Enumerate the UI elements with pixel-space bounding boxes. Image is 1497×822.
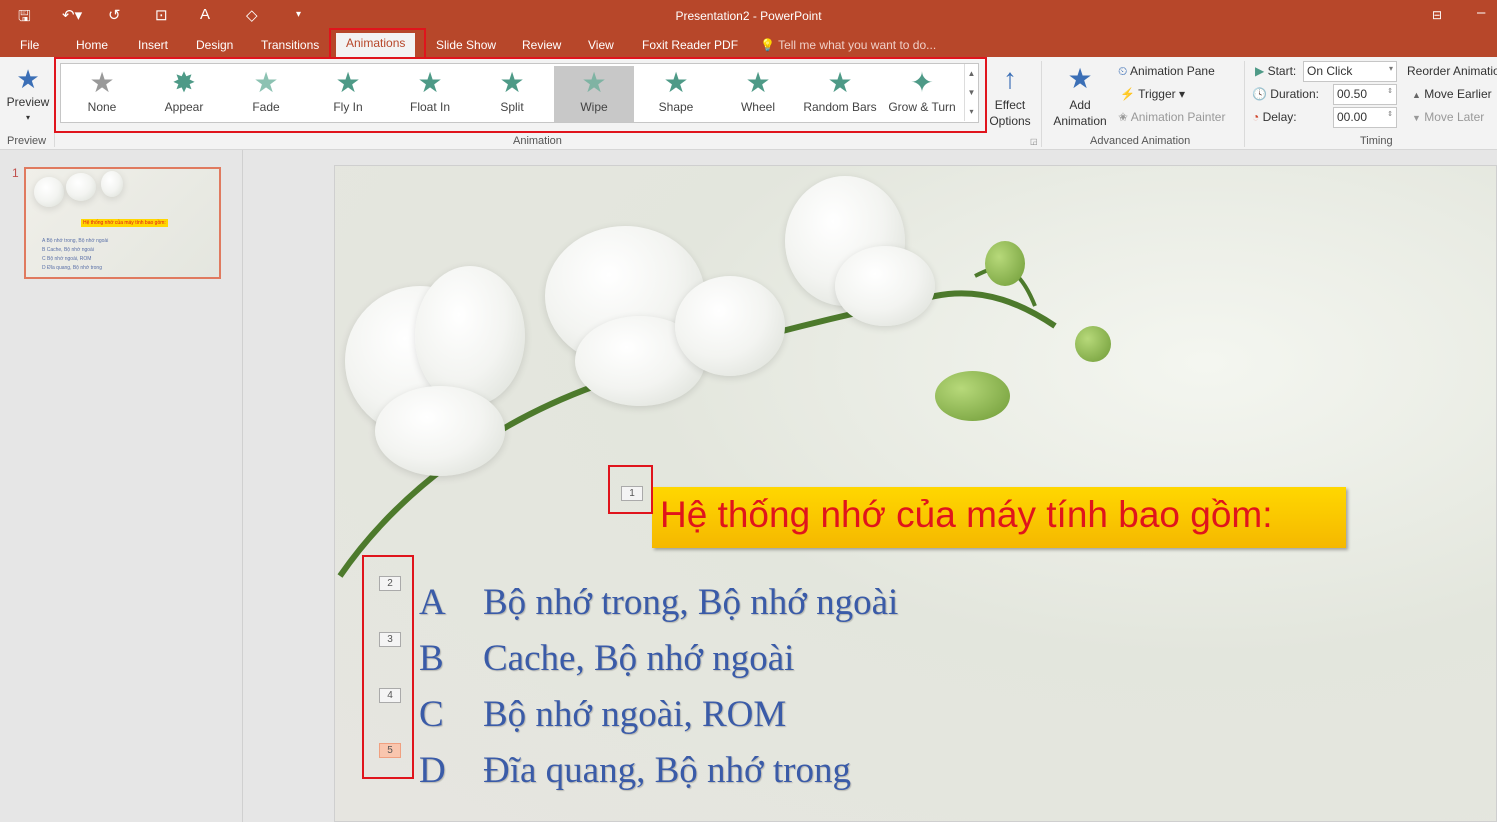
animation-none[interactable]: ★ None: [62, 66, 142, 122]
spinner-icon: ⇕: [1387, 88, 1393, 95]
tell-me-search[interactable]: 💡 Tell me what you want to do...: [760, 36, 936, 54]
slide-thumbnail-pane: 1 Hệ thống nhớ của máy tính bao gồm: A B…: [0, 150, 243, 822]
tab-animations[interactable]: Animations: [336, 33, 416, 57]
thumb-lines: A Bộ nhớ trong, Bộ nhớ ngoài B Cache, Bộ …: [42, 238, 109, 271]
star-icon: ★: [417, 67, 443, 98]
star-icon: ★: [745, 67, 771, 98]
preview-label: Preview: [6, 95, 50, 109]
star-icon: ★: [581, 67, 607, 98]
tell-me-text: Tell me what you want to do...: [778, 38, 937, 52]
tab-home[interactable]: Home: [76, 36, 108, 54]
tab-foxit[interactable]: Foxit Reader PDF: [642, 36, 738, 54]
triangle-down-icon: ▼: [1412, 113, 1421, 123]
animation-random-bars[interactable]: ★ Random Bars: [800, 66, 880, 122]
ribbon: ★ Preview ▾ Preview ★ None ✸ Appear ★ Fade ★…: [0, 57, 1497, 150]
add-animation-button[interactable]: ★ Add Animation: [1046, 61, 1114, 129]
animation-wheel[interactable]: ★ Wheel: [718, 66, 798, 122]
gallery-scroll-up[interactable]: ▲: [964, 64, 978, 83]
animation-shape[interactable]: ★ Shape: [636, 66, 716, 122]
start-dropdown[interactable]: On Click ▾: [1303, 61, 1397, 82]
lightbulb-icon: 💡: [760, 38, 775, 52]
tab-review[interactable]: Review: [522, 36, 561, 54]
painter-icon: ✬: [1118, 110, 1129, 124]
dialog-launcher-icon[interactable]: ◲: [1030, 137, 1038, 146]
tab-transitions[interactable]: Transitions: [261, 36, 319, 54]
window-title: Presentation2 - PowerPoint: [675, 9, 822, 23]
tab-insert[interactable]: Insert: [138, 36, 168, 54]
advanced-group-label: Advanced Animation: [1090, 135, 1191, 147]
animation-appear[interactable]: ✸ Appear: [144, 66, 224, 122]
animation-group-label: Animation: [513, 135, 562, 147]
start-label: ▶ Start:: [1255, 64, 1297, 78]
answer-d[interactable]: D Đĩa quang, Bộ nhớ trong: [419, 749, 851, 792]
thumb-title: Hệ thống nhớ của máy tính bao gồm:: [81, 219, 168, 227]
tab-view[interactable]: View: [588, 36, 614, 54]
animation-grow-turn[interactable]: ✦ Grow & Turn: [882, 66, 962, 122]
animation-tag-1[interactable]: 1: [621, 486, 643, 501]
animation-gallery: ★ None ✸ Appear ★ Fade ★ Fly In ★ Float In ★ S…: [60, 63, 979, 123]
play-icon: ▶: [1255, 64, 1265, 78]
minimize-icon[interactable]: –: [1477, 4, 1485, 21]
triangle-up-icon: ▲: [1412, 90, 1421, 100]
chevron-down-icon: ▾: [1388, 64, 1393, 73]
slide-headline[interactable]: Hệ thống nhớ của máy tính bao gồm:: [652, 487, 1346, 548]
ribbon-display-icon[interactable]: ⊟: [1432, 8, 1442, 22]
add-star-icon: ★: [1067, 63, 1093, 94]
animation-wipe[interactable]: ★ Wipe: [554, 66, 634, 122]
tab-file[interactable]: File: [20, 36, 39, 54]
slide-canvas[interactable]: 1 Hệ thống nhớ của máy tính bao gồm: 2 3…: [334, 165, 1497, 822]
spinner-icon: ⇕: [1387, 111, 1393, 118]
star-icon: ★: [335, 67, 361, 98]
animation-pane-button[interactable]: ⏲ Animation Pane: [1118, 64, 1215, 79]
add-animation-label: Add Animation: [1053, 98, 1107, 128]
trigger-button[interactable]: ⚡ Trigger ▾: [1120, 87, 1185, 101]
tab-slide-show[interactable]: Slide Show: [436, 36, 496, 54]
star-icon: ★: [827, 67, 853, 98]
delay-clock-icon: ◔: [1252, 110, 1260, 124]
timing-group-label: Timing: [1360, 135, 1393, 147]
animation-tag-5[interactable]: 5: [379, 743, 401, 758]
star-icon: ★: [89, 67, 115, 98]
title-bar: 🖫 ↶▾ ↺ ⊡ A ◇ ▾ Presentation2 - PowerPoin…: [0, 0, 1497, 57]
animation-split[interactable]: ★ Split: [472, 66, 552, 122]
star-icon: ✸: [172, 67, 196, 98]
gallery-scroll-down[interactable]: ▼: [964, 83, 978, 102]
lightning-icon: ⚡: [1120, 87, 1135, 101]
animation-tag-2[interactable]: 2: [379, 576, 401, 591]
answer-a[interactable]: A Bộ nhớ trong, Bộ nhớ ngoài: [419, 581, 898, 624]
clock-icon: 🕓: [1252, 87, 1267, 101]
animation-painter-button[interactable]: ✬ Animation Painter: [1118, 110, 1225, 124]
tab-design[interactable]: Design: [196, 36, 233, 54]
animation-pane-icon: ⏲: [1118, 64, 1128, 78]
slide-thumbnail[interactable]: Hệ thống nhớ của máy tính bao gồm: A Bộ …: [24, 167, 221, 279]
animation-fade[interactable]: ★ Fade: [226, 66, 306, 122]
delay-label: ◔ Delay:: [1252, 110, 1297, 124]
move-later-button[interactable]: ▼ Move Later: [1412, 110, 1484, 124]
arrow-up-icon: ↑: [1003, 63, 1017, 94]
star-icon: ★: [253, 67, 279, 98]
preview-button[interactable]: ★ Preview ▾: [6, 63, 50, 123]
star-icon: ✦: [910, 67, 934, 98]
preview-star-icon: ★: [16, 64, 40, 94]
answer-b[interactable]: B Cache, Bộ nhớ ngoài: [419, 637, 794, 680]
star-icon: ★: [663, 67, 689, 98]
animation-tag-3[interactable]: 3: [379, 632, 401, 647]
preview-group-label: Preview: [7, 135, 47, 147]
effect-options-label: Effect Options: [989, 98, 1031, 128]
animation-float-in[interactable]: ★ Float In: [390, 66, 470, 122]
reorder-label: Reorder Animation: [1407, 64, 1497, 78]
star-icon: ★: [499, 67, 525, 98]
duration-spinner[interactable]: 00.50 ⇕: [1333, 84, 1397, 105]
gallery-more[interactable]: ▾: [964, 102, 978, 121]
effect-options-button[interactable]: ↑ Effect Options: [986, 61, 1034, 129]
move-earlier-button[interactable]: ▲ Move Earlier: [1412, 87, 1492, 101]
slide-number: 1: [12, 166, 19, 180]
animation-fly-in[interactable]: ★ Fly In: [308, 66, 388, 122]
animation-tag-4[interactable]: 4: [379, 688, 401, 703]
delay-spinner[interactable]: 00.00 ⇕: [1333, 107, 1397, 128]
answer-c[interactable]: C Bộ nhớ ngoài, ROM: [419, 693, 786, 736]
duration-label: 🕓 Duration:: [1252, 87, 1319, 101]
